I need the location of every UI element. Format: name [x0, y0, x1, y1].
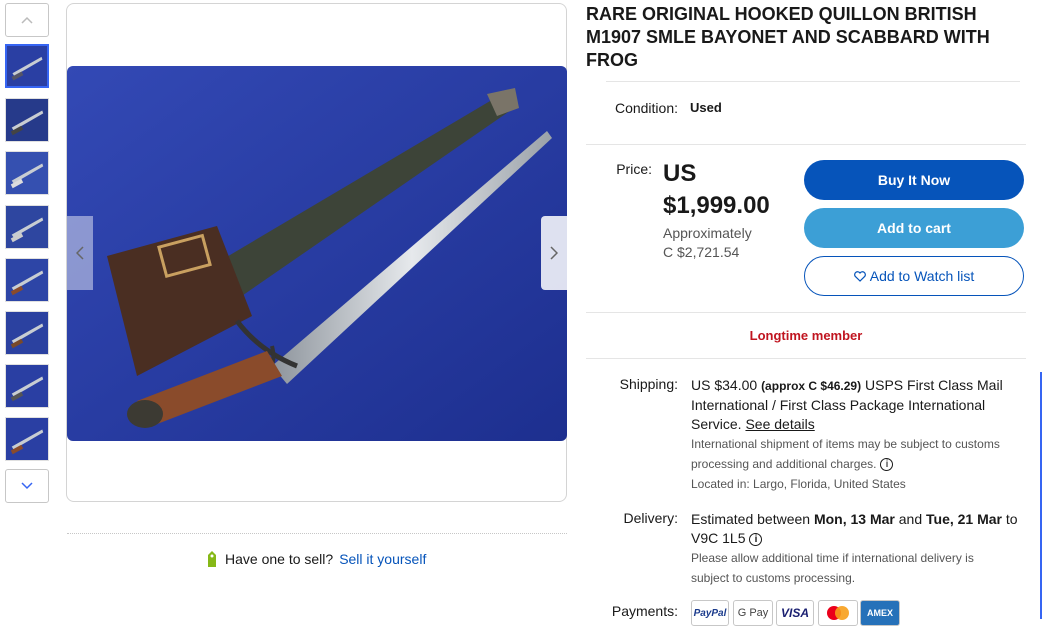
chevron-up-icon: [21, 16, 33, 24]
thumbnail-2[interactable]: [5, 98, 49, 142]
amex-text: AMEX: [866, 608, 893, 618]
shipping-details: US $34.00 (approx C $46.29) USPS First C…: [691, 376, 1021, 434]
longtime-member-badge: Longtime member: [749, 328, 863, 343]
chevron-left-icon: [76, 246, 84, 260]
price-label: Price:: [616, 161, 652, 177]
gpay-text: G Pay: [737, 607, 769, 619]
condition-label: Condition:: [614, 100, 678, 116]
buy-it-now-label: Buy It Now: [877, 172, 951, 188]
visa-text: VISA: [780, 606, 809, 620]
gpay-logo: G Pay: [733, 600, 773, 626]
divider: [606, 81, 1020, 82]
payments-label: Payments:: [611, 603, 678, 619]
chevron-down-icon: [21, 482, 33, 490]
paypal-logo: PayPal: [691, 600, 729, 626]
add-to-cart-label: Add to cart: [877, 220, 951, 236]
delivery-and: and: [898, 511, 923, 527]
item-location: Located in: Largo, Florida, United State…: [691, 477, 906, 491]
next-image-button[interactable]: [541, 216, 567, 290]
info-icon[interactable]: i: [880, 458, 894, 472]
shipping-cost: US $34.00: [691, 377, 758, 393]
mastercard-logo: [818, 600, 858, 626]
buy-it-now-button[interactable]: Buy It Now: [804, 160, 1024, 200]
info-icon[interactable]: i: [749, 532, 763, 546]
heart-icon: [853, 270, 866, 282]
divider: [67, 533, 567, 534]
delivery-start: Mon, 13 Mar: [813, 511, 895, 527]
condition-value: Used: [690, 100, 722, 115]
thumbnail-scroll-down-button[interactable]: [5, 469, 49, 503]
see-details-link[interactable]: See details: [745, 416, 814, 432]
watchlist-label: Add to Watch list: [869, 268, 975, 284]
divider: [586, 358, 1026, 359]
delivery-estimate: Estimated between Mon, 13 Mar and Tue, 2…: [691, 510, 1026, 548]
previous-image-button[interactable]: [67, 216, 93, 290]
paypal-text: PayPal: [693, 607, 727, 619]
thumbnail-6[interactable]: [5, 311, 49, 355]
visa-logo: VISA: [776, 600, 814, 626]
shipping-label: Shipping:: [619, 376, 678, 392]
price-amount: $1,999.00: [663, 192, 770, 219]
add-to-watchlist-button[interactable]: Add to Watch list: [804, 256, 1024, 296]
thumbnail-3[interactable]: [5, 151, 49, 195]
delivery-note: Please allow additional time if internat…: [691, 551, 974, 585]
chevron-right-icon: [550, 246, 558, 260]
delivery-label: Delivery:: [623, 510, 678, 526]
sell-prompt: Have one to sell? Sell it yourself: [205, 550, 426, 568]
sell-question: Have one to sell?: [225, 551, 334, 567]
add-to-cart-button[interactable]: Add to cart: [804, 208, 1024, 248]
thumbnail-7[interactable]: [5, 364, 49, 408]
listing-title: RARE ORIGINAL HOOKED QUILLON BRITISH M19…: [586, 4, 990, 70]
main-product-image[interactable]: [67, 66, 567, 441]
sell-it-yourself-link[interactable]: Sell it yourself: [339, 551, 426, 567]
amex-logo: AMEX: [860, 600, 900, 626]
price-tag-icon: [208, 551, 216, 567]
thumbnail-5[interactable]: [5, 258, 49, 302]
thumbnail-1[interactable]: [5, 44, 49, 88]
divider: [586, 144, 1026, 145]
divider: [586, 312, 1026, 313]
thumbnail-8[interactable]: [5, 417, 49, 461]
delivery-prefix: Estimated between: [691, 511, 811, 527]
shipping-note: International shipment of items may be s…: [691, 434, 1011, 474]
shipping-approx: (approx C $46.29): [761, 379, 862, 393]
thumbnail-scroll-up-button[interactable]: [5, 3, 49, 37]
thumbnail-4[interactable]: [5, 205, 49, 249]
approx-value: C $2,721.54: [663, 244, 740, 260]
delivery-end: Tue, 21 Mar: [926, 511, 1003, 527]
shipping-note-text: International shipment of items may be s…: [691, 437, 1000, 471]
price-currency: US: [663, 160, 697, 187]
approx-label: Approximately: [663, 225, 752, 241]
